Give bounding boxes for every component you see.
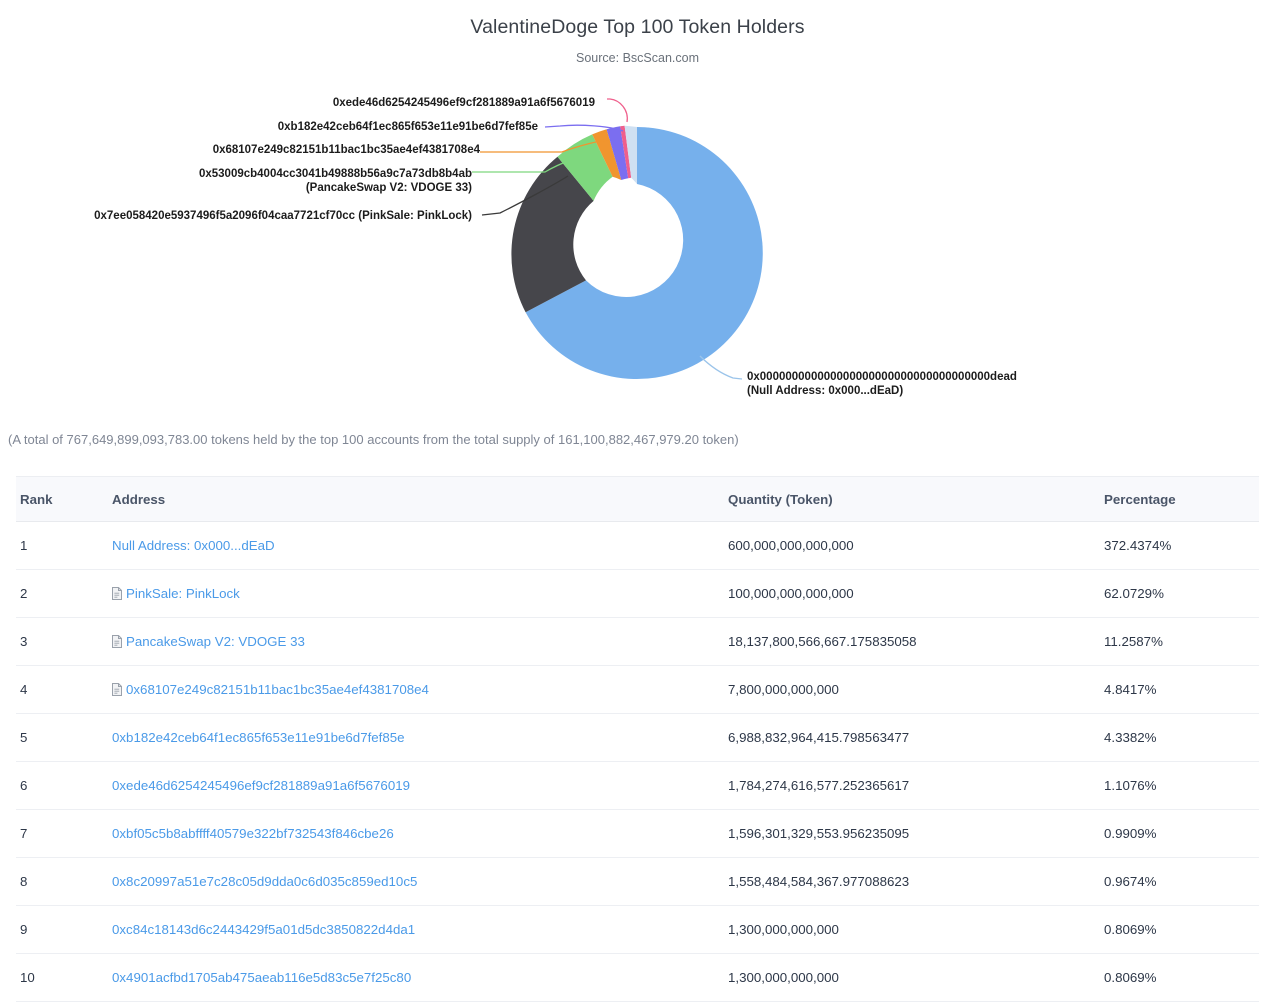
cell-rank: 8 bbox=[16, 857, 112, 906]
pie-label-0x68107e: 0x68107e249c82151b11bac1bc35ae4ef4381708… bbox=[212, 144, 480, 156]
table-row: 10 0x4901acfbd1705ab475aeab116e5d83c5e7f2… bbox=[16, 953, 1259, 1002]
cell-percentage: 372.4374% bbox=[1104, 521, 1259, 570]
table-row: 3 PancakeSwap V2: VDOGE 33 18,137,800,566,… bbox=[16, 617, 1259, 666]
cell-quantity: 1,300,000,000,000 bbox=[728, 953, 1104, 1002]
cell-percentage: 0.8069% bbox=[1104, 905, 1259, 954]
donut-chart: 0xede46d6254245496ef9cf281889a91a6f56760… bbox=[0, 0, 1275, 420]
address-link[interactable]: 0x68107e249c82151b11bac1bc35ae4ef4381708… bbox=[126, 682, 429, 697]
table-row: 8 0x8c20997a51e7c28c05d9dda0c6d035c859ed1… bbox=[16, 857, 1259, 906]
table-row: 4 0x68107e249c82151b11bac1bc35ae4ef438170… bbox=[16, 665, 1259, 714]
cell-rank: 7 bbox=[16, 809, 112, 858]
address-link[interactable]: 0xb182e42ceb64f1ec865f653e11e91be6d7fef8… bbox=[112, 730, 405, 745]
pie-label-null-address-hex: 0x000000000000000000000000000000000000de… bbox=[747, 371, 1017, 383]
chart-panel: ValentineDoge Top 100 Token Holders Sour… bbox=[0, 0, 1275, 447]
address-link[interactable]: 0x4901acfbd1705ab475aeab116e5d83c5e7f25c… bbox=[112, 970, 411, 985]
cell-address: 0x68107e249c82151b11bac1bc35ae4ef4381708… bbox=[112, 665, 728, 714]
address-link[interactable]: PinkSale: PinkLock bbox=[126, 586, 240, 601]
table-row: 1 Null Address: 0x000...dEaD 600,000,000,0… bbox=[16, 521, 1259, 570]
cell-address: 0x4901acfbd1705ab475aeab116e5d83c5e7f25c… bbox=[112, 953, 728, 1002]
cell-quantity: 1,558,484,584,367.977088623 bbox=[728, 857, 1104, 906]
table-row: 2 PinkSale: PinkLock 100,000,000,000,000 62… bbox=[16, 569, 1259, 618]
table-header: Rank Address Quantity (Token) Percentage bbox=[16, 476, 1259, 522]
cell-rank: 3 bbox=[16, 617, 112, 666]
cell-address: Null Address: 0x000...dEaD bbox=[112, 521, 728, 570]
cell-percentage: 0.9674% bbox=[1104, 857, 1259, 906]
cell-rank: 10 bbox=[16, 953, 112, 1002]
column-header-rank[interactable]: Rank bbox=[16, 476, 112, 522]
cell-address: 0xb182e42ceb64f1ec865f653e11e91be6d7fef8… bbox=[112, 713, 728, 762]
pie-label-0xb182e4: 0xb182e42ceb64f1ec865f653e11e91be6d7fef8… bbox=[277, 121, 538, 133]
table-row: 5 0xb182e42ceb64f1ec865f653e11e91be6d7fef… bbox=[16, 713, 1259, 762]
pie-label-pinksale: 0x7ee058420e5937496f5a2096f04caa7721cf70… bbox=[94, 210, 472, 222]
cell-rank: 5 bbox=[16, 713, 112, 762]
cell-address: 0x8c20997a51e7c28c05d9dda0c6d035c859ed10… bbox=[112, 857, 728, 906]
cell-quantity: 1,596,301,329,553.956235095 bbox=[728, 809, 1104, 858]
column-header-percentage[interactable]: Percentage bbox=[1104, 476, 1259, 522]
address-link[interactable]: 0xbf05c5b8abffff40579e322bf732543f846cbe… bbox=[112, 826, 394, 841]
contract-icon bbox=[112, 587, 122, 600]
donut-slices bbox=[511, 125, 763, 379]
cell-quantity: 1,784,274,616,577.252365617 bbox=[728, 761, 1104, 810]
contract-icon bbox=[112, 683, 122, 696]
table-row: 7 0xbf05c5b8abffff40579e322bf732543f846cb… bbox=[16, 809, 1259, 858]
cell-quantity: 18,137,800,566,667.175835058 bbox=[728, 617, 1104, 666]
cell-quantity: 6,988,832,964,415.798563477 bbox=[728, 713, 1104, 762]
cell-address: 0xbf05c5b8abffff40579e322bf732543f846cbe… bbox=[112, 809, 728, 858]
table-row: 9 0xc84c18143d6c2443429f5a01d5dc3850822d4… bbox=[16, 905, 1259, 954]
cell-address: 0xc84c18143d6c2443429f5a01d5dc3850822d4d… bbox=[112, 905, 728, 954]
table-row: 6 0xede46d6254245496ef9cf281889a91a6f5676… bbox=[16, 761, 1259, 810]
pie-label-0xede46d: 0xede46d6254245496ef9cf281889a91a6f56760… bbox=[332, 97, 595, 109]
pie-label-pancakeswap-name: (PancakeSwap V2: VDOGE 33) bbox=[305, 182, 472, 194]
cell-address: PinkSale: PinkLock bbox=[112, 569, 728, 618]
total-summary-text: (A total of 767,649,899,093,783.00 token… bbox=[8, 432, 739, 447]
address-link[interactable]: PancakeSwap V2: VDOGE 33 bbox=[126, 634, 305, 649]
table-body: 1 Null Address: 0x000...dEaD 600,000,000,0… bbox=[16, 521, 1259, 1002]
cell-percentage: 62.0729% bbox=[1104, 569, 1259, 618]
column-header-address[interactable]: Address bbox=[112, 476, 728, 522]
contract-icon bbox=[112, 635, 122, 648]
cell-rank: 9 bbox=[16, 905, 112, 954]
cell-quantity: 100,000,000,000,000 bbox=[728, 569, 1104, 618]
leader-line-blue bbox=[699, 355, 743, 380]
cell-percentage: 0.8069% bbox=[1104, 953, 1259, 1002]
pie-label-null-address-name: (Null Address: 0x000...dEaD) bbox=[747, 385, 904, 397]
token-holders-table: Rank Address Quantity (Token) Percentage… bbox=[16, 476, 1259, 1002]
pie-label-pancakeswap: 0x53009cb4004cc3041b49888b56a9c7a73db8b4… bbox=[199, 167, 472, 195]
pie-label-null-address: 0x000000000000000000000000000000000000de… bbox=[747, 370, 1017, 398]
cell-quantity: 600,000,000,000,000 bbox=[728, 521, 1104, 570]
cell-quantity: 1,300,000,000,000 bbox=[728, 905, 1104, 954]
column-header-quantity[interactable]: Quantity (Token) bbox=[728, 476, 1104, 522]
cell-quantity: 7,800,000,000,000 bbox=[728, 665, 1104, 714]
pie-label-pancakeswap-address: 0x53009cb4004cc3041b49888b56a9c7a73db8b4… bbox=[198, 168, 472, 180]
address-link[interactable]: 0xede46d6254245496ef9cf281889a91a6f56760… bbox=[112, 778, 410, 793]
cell-rank: 4 bbox=[16, 665, 112, 714]
address-link[interactable]: Null Address: 0x000...dEaD bbox=[112, 538, 275, 553]
cell-percentage: 4.3382% bbox=[1104, 713, 1259, 762]
cell-percentage: 4.8417% bbox=[1104, 665, 1259, 714]
leader-line-pink bbox=[607, 98, 628, 123]
address-link[interactable]: 0x8c20997a51e7c28c05d9dda0c6d035c859ed10… bbox=[112, 874, 417, 889]
cell-rank: 6 bbox=[16, 761, 112, 810]
cell-address: PancakeSwap V2: VDOGE 33 bbox=[112, 617, 728, 666]
cell-rank: 1 bbox=[16, 521, 112, 570]
cell-rank: 2 bbox=[16, 569, 112, 618]
cell-address: 0xede46d6254245496ef9cf281889a91a6f56760… bbox=[112, 761, 728, 810]
cell-percentage: 1.1076% bbox=[1104, 761, 1259, 810]
cell-percentage: 11.2587% bbox=[1104, 617, 1259, 666]
table-header-row: Rank Address Quantity (Token) Percentage bbox=[16, 476, 1259, 522]
address-link[interactable]: 0xc84c18143d6c2443429f5a01d5dc3850822d4d… bbox=[112, 922, 415, 937]
cell-percentage: 0.9909% bbox=[1104, 809, 1259, 858]
